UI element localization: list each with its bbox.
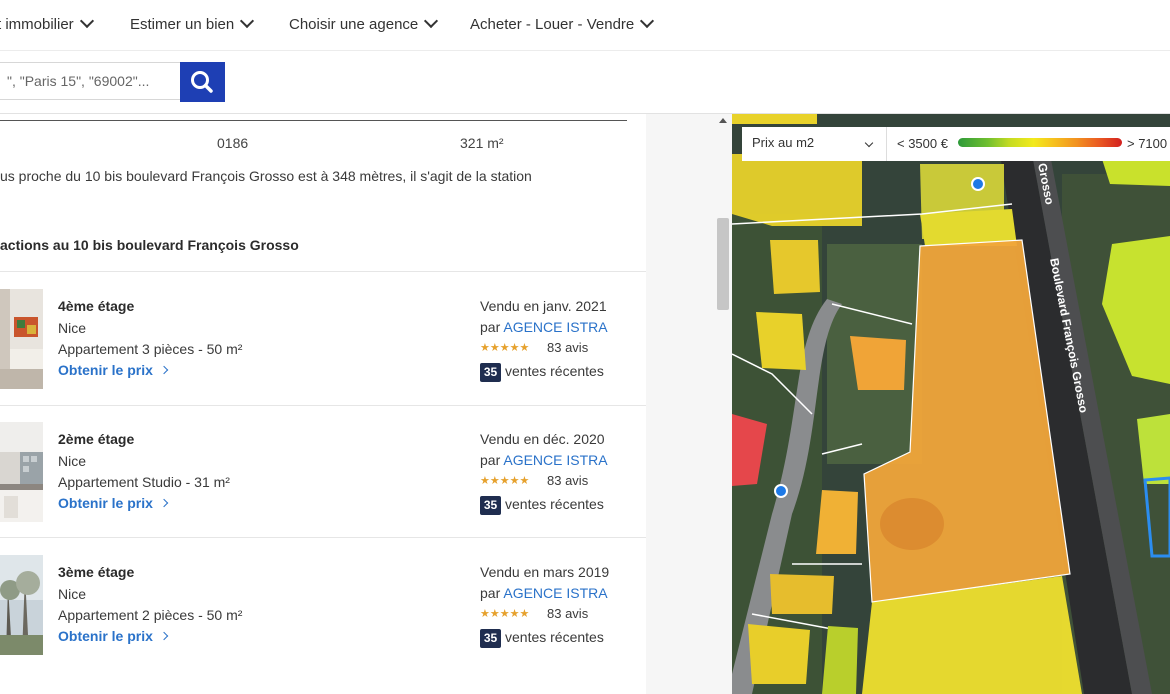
transport-text: us proche du 10 bis boulevard François G… — [0, 168, 532, 184]
chevron-right-icon — [159, 498, 169, 508]
nav-item-label: t immobilier — [0, 16, 74, 33]
nav-item-immobilier[interactable]: t immobilier — [0, 13, 94, 33]
transaction-floor: 4ème étage — [58, 298, 135, 314]
nav-item-acheter[interactable]: Acheter - Louer - Vendre — [470, 13, 655, 33]
agency-link[interactable]: AGENCE ISTRA — [503, 452, 607, 468]
transaction-description: Appartement 2 pièces - 50 m² — [58, 607, 243, 623]
section-title: actions au 10 bis boulevard François Gro… — [0, 237, 299, 253]
recent-sales-label: ventes récentes — [505, 496, 604, 512]
rating-stars-icon: ★★★★★ — [480, 342, 530, 354]
property-photo — [0, 555, 43, 655]
nav-item-label: Estimer un bien — [130, 16, 235, 33]
search-button[interactable] — [180, 62, 225, 102]
transaction-description: Appartement Studio - 31 m² — [58, 474, 230, 490]
search-input[interactable] — [0, 62, 180, 100]
chevron-down-icon — [640, 13, 655, 29]
chevron-right-icon — [159, 631, 169, 641]
agency-prefix: par — [480, 319, 501, 335]
recent-sales-label: ventes récentes — [505, 629, 604, 645]
top-navigation: t immobilier Estimer un bien Choisir une… — [0, 0, 1170, 51]
get-price-link[interactable]: Obtenir le prix — [58, 628, 169, 644]
scroll-up-arrow-icon[interactable] — [719, 118, 727, 123]
parcel-code: 0186 — [217, 135, 249, 151]
price-metric-label: Prix au m2 — [752, 135, 815, 150]
review-count: 83 avis — [547, 473, 589, 488]
property-photo — [0, 422, 43, 522]
nav-item-estimer[interactable]: Estimer un bien — [130, 13, 255, 33]
recent-sales-badge: 35 — [480, 629, 501, 648]
rating-stars-icon: ★★★★★ — [480, 475, 530, 487]
agency-line: par AGENCE ISTRA — [480, 585, 608, 601]
get-price-link[interactable]: Obtenir le prix — [58, 495, 169, 511]
map-view[interactable]: Boulevard François Grosso Grosso — [732, 114, 1170, 694]
map-canvas: Boulevard François Grosso Grosso — [732, 114, 1170, 694]
get-price-label: Obtenir le prix — [58, 362, 153, 378]
rating-stars-icon: ★★★★★ — [480, 608, 530, 620]
get-price-link[interactable]: Obtenir le prix — [58, 362, 169, 378]
agency-link[interactable]: AGENCE ISTRA — [503, 319, 607, 335]
legend-color-scale — [958, 138, 1122, 147]
results-panel: 0186 321 m² us proche du 10 bis boulevar… — [0, 114, 646, 694]
agency-prefix: par — [480, 452, 501, 468]
agency-prefix: par — [480, 585, 501, 601]
chevron-down-icon — [79, 13, 94, 29]
sold-date: Vendu en janv. 2021 — [480, 298, 607, 314]
scrollbar[interactable] — [716, 114, 730, 694]
transaction-city: Nice — [58, 586, 87, 602]
get-price-label: Obtenir le prix — [58, 628, 153, 644]
nav-item-label: Choisir une agence — [289, 16, 419, 33]
nav-item-label: Acheter - Louer - Vendre — [470, 16, 635, 33]
chevron-down-icon — [240, 13, 255, 29]
chevron-down-icon — [424, 13, 439, 29]
divider — [0, 120, 627, 121]
price-legend: < 3500 € > 7100 — [887, 127, 1170, 161]
agency-line: par AGENCE ISTRA — [480, 319, 608, 335]
transaction-floor: 2ème étage — [58, 431, 135, 447]
transaction-floor: 3ème étage — [58, 564, 135, 580]
search-icon — [191, 71, 213, 93]
legend-high-label: > 7100 — [1127, 136, 1168, 151]
transaction-city: Nice — [58, 453, 87, 469]
transaction-row: 4ème étage Nice Appartement 3 pièces - 5… — [0, 272, 646, 404]
review-count: 83 avis — [547, 340, 589, 355]
recent-sales-label: ventes récentes — [505, 363, 604, 379]
search-bar — [0, 51, 1170, 114]
agency-link[interactable]: AGENCE ISTRA — [503, 585, 607, 601]
transaction-row: 2ème étage Nice Appartement Studio - 31 … — [0, 405, 646, 537]
scrollbar-thumb[interactable] — [717, 218, 729, 310]
transaction-row: 3ème étage Nice Appartement 2 pièces - 5… — [0, 538, 646, 670]
sold-date: Vendu en mars 2019 — [480, 564, 610, 580]
transaction-city: Nice — [58, 320, 87, 336]
chevron-down-icon — [864, 138, 874, 148]
sold-date: Vendu en déc. 2020 — [480, 431, 605, 447]
recent-sales-badge: 35 — [480, 496, 501, 515]
chevron-right-icon — [159, 365, 169, 375]
get-price-label: Obtenir le prix — [58, 495, 153, 511]
parcel-surface: 321 m² — [460, 135, 504, 151]
price-metric-select[interactable]: Prix au m2 — [742, 127, 887, 161]
property-photo — [0, 289, 43, 389]
agency-line: par AGENCE ISTRA — [480, 452, 608, 468]
nav-item-agence[interactable]: Choisir une agence — [289, 13, 439, 33]
legend-low-label: < 3500 € — [897, 136, 948, 151]
review-count: 83 avis — [547, 606, 589, 621]
transaction-description: Appartement 3 pièces - 50 m² — [58, 341, 243, 357]
recent-sales-badge: 35 — [480, 363, 501, 382]
